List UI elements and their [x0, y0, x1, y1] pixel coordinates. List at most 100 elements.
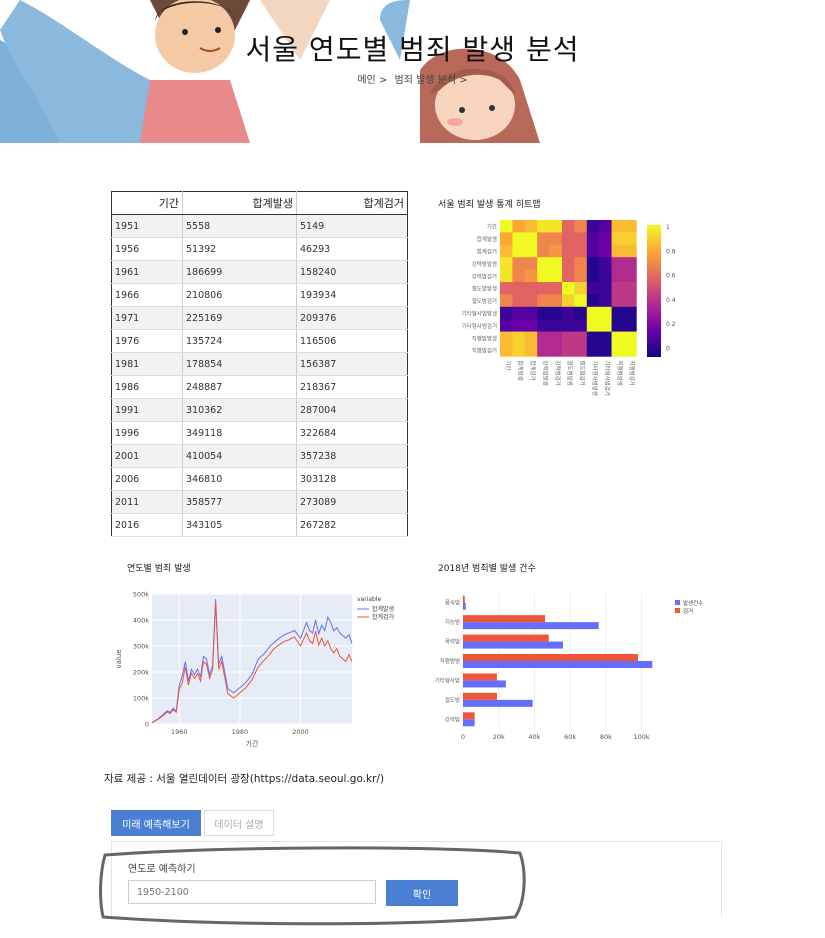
- heatmap-x-tick-label: 기간: [504, 360, 512, 370]
- heatmap-cell: [611, 220, 625, 233]
- breadcrumb-home[interactable]: 메인 >: [357, 75, 387, 86]
- heatmap-cell: [624, 244, 637, 258]
- heatmap-cell: [624, 331, 637, 345]
- column-header-total-arrest[interactable]: 합계검거: [296, 191, 408, 215]
- heatmap-cell: [524, 294, 538, 308]
- column-header-period[interactable]: 기간: [111, 191, 183, 215]
- cell-total-arrest: 357238: [296, 444, 408, 468]
- table-row: 2006 346810 303128: [111, 467, 408, 491]
- heatmap-x-tick-label: 강력범검거: [554, 360, 562, 385]
- heatmap-cell: [512, 344, 526, 357]
- legend-label: 합계발생: [372, 605, 394, 613]
- cell-period: 1996: [111, 421, 183, 445]
- heatmap-cell: [537, 344, 550, 357]
- cell-period: 1981: [111, 352, 183, 376]
- heatmap-x-tick-label: 직행범발생: [616, 360, 624, 385]
- heatmap-cell: [599, 257, 612, 270]
- heatmap-cell: [611, 244, 625, 258]
- heatmap-cell: [624, 220, 637, 233]
- hero-banner: 서울 연도별 범죄 발생 분석 메인 > 범죄 발생 분석 >: [0, 0, 825, 143]
- heatmap-cell: [537, 294, 550, 308]
- heatmap-cell: [586, 306, 600, 320]
- heatmap-cell: [500, 331, 513, 345]
- heatmap-cell: [537, 319, 550, 332]
- data-source-text: 자료 제공 : 서울 열린데이터 광장(https://data.seoul.g…: [104, 773, 385, 785]
- heatmap-cell: [586, 269, 600, 283]
- heatmap-cell: [549, 269, 563, 283]
- tab-predict-button[interactable]: 미래 예측해보기: [111, 810, 201, 836]
- bar-occurrence: [463, 699, 533, 707]
- table-row: 2001 410054 357238: [111, 444, 408, 468]
- cell-total-arrest: 156387: [296, 352, 408, 376]
- legend-swatch: [675, 608, 680, 613]
- heatmap-cell: [512, 319, 526, 332]
- heatmap-title: 서울 범죄 발생 통계 히트맵: [438, 200, 541, 210]
- heatmap-x-tick-label: 기타형사범검거: [603, 360, 611, 395]
- heatmap-cell: [611, 344, 625, 357]
- bar-chart-category-label: 절도범: [445, 696, 460, 704]
- table-row: 1976 135724 116506: [111, 329, 408, 353]
- heatmap-cell: [524, 331, 538, 345]
- table-row: 1961 186699 158240: [111, 260, 408, 284]
- crime-stats-table: 기간 합계발생 합계검거 1951 5558 5149 1956 51392 46293 1…: [111, 191, 408, 537]
- cell-total-occurrence: 51392: [182, 237, 297, 261]
- heatmap-cell: [512, 306, 526, 320]
- table-row: 1956 51392 46293: [111, 237, 408, 261]
- heatmap-x-tick-label: 직행범검거: [628, 360, 636, 385]
- bar-chart-x-tick-label: 0: [461, 733, 465, 741]
- cell-total-arrest: 273089: [296, 490, 408, 514]
- heatmap-cell: [500, 319, 513, 332]
- cell-total-arrest: 209376: [296, 306, 408, 330]
- heatmap-cell: [599, 306, 612, 320]
- cell-period: 2006: [111, 467, 183, 491]
- line-chart: 0 100k 200k 300k 400k 500k 1960 1980 2000 합계발생합계검…: [115, 591, 394, 749]
- heatmap-cell: [562, 306, 575, 320]
- heatmap-cell: [574, 232, 588, 246]
- heatmap-cell: [500, 244, 513, 258]
- table-row: 1981 178854 156387: [111, 352, 408, 376]
- table-row: 2011 358577 273089: [111, 490, 408, 514]
- heatmap-cell: [524, 319, 538, 332]
- heatmap-cell: [512, 331, 526, 345]
- heatmap-cell: [524, 244, 538, 258]
- cell-period: 1971: [111, 306, 183, 330]
- heatmap-colorbar: [647, 225, 661, 357]
- bar-occurrence: [463, 661, 653, 668]
- colorbar-tick-label: 0: [666, 345, 670, 352]
- heatmap-y-tick-label: 강력범검거: [472, 272, 497, 280]
- heatmap-y-tick-label: 기타형사범검거: [462, 322, 497, 330]
- heatmap-y-tick-label: 절도범검거: [472, 297, 497, 305]
- bar-arrest: [463, 634, 549, 642]
- heatmap-y-tick-label: 기간: [487, 223, 497, 231]
- heatmap-cell: [512, 282, 526, 295]
- heatmap-cell: [562, 244, 575, 258]
- line-chart-y-tick-label: 500k: [133, 591, 149, 599]
- breadcrumb-crime-analysis[interactable]: 범죄 발생 분석 >: [395, 75, 468, 86]
- bar-occurrence: [463, 622, 599, 630]
- cell-total-arrest: 303128: [296, 467, 408, 491]
- heatmap-cell: [562, 294, 575, 308]
- line-chart-x-tick-label: 1960: [171, 728, 188, 736]
- page-title: 서울 연도별 범죄 발생 분석: [245, 33, 580, 66]
- column-header-total-occurrence[interactable]: 합계발생: [182, 191, 297, 215]
- table-row: 2016 343105 267282: [111, 513, 408, 537]
- cell-total-occurrence: 349118: [182, 421, 297, 445]
- bar-chart-category-label: 지능범: [445, 618, 460, 626]
- heatmap-cell: [586, 319, 600, 332]
- tab-description-button[interactable]: 데이터 설명: [204, 810, 274, 836]
- cell-period: 1966: [111, 283, 183, 307]
- cell-total-arrest: 46293: [296, 237, 408, 261]
- bar-chart-x-tick-label: 60k: [564, 733, 576, 741]
- heatmap-cell: [586, 331, 600, 345]
- heatmap-cell: [611, 331, 625, 345]
- heatmap-cell: [512, 220, 526, 233]
- heatmap-cell: [586, 257, 600, 270]
- bar-chart-category-label: 강력범: [445, 715, 460, 723]
- heatmap-x-tick-label: 절도범검거: [579, 360, 587, 385]
- heatmap-cell: [562, 269, 575, 283]
- heatmap-cell: [562, 331, 575, 345]
- heatmap-cell: [537, 282, 550, 295]
- cell-total-occurrence: 178854: [182, 352, 297, 376]
- heatmap-y-tick-label: 절도범발생: [472, 285, 497, 293]
- cell-period: 1986: [111, 375, 183, 399]
